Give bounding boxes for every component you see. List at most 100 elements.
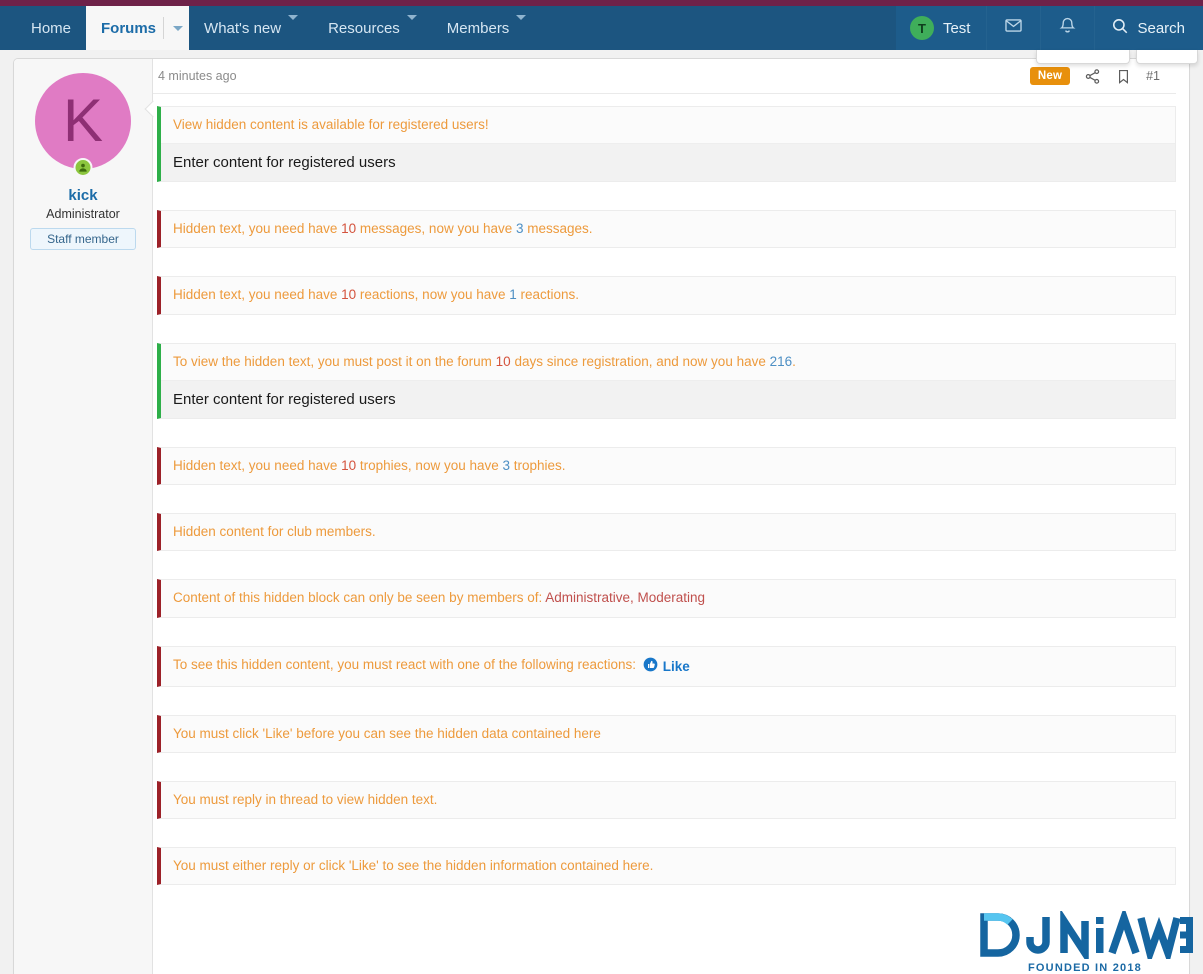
notice-text-part: days since registration, and now you hav… xyxy=(510,353,770,369)
hidden-content-block: Hidden text, you need have 10 reactions,… xyxy=(157,276,1176,315)
bookmark-icon[interactable] xyxy=(1115,68,1132,85)
reaction-label: Like xyxy=(662,658,690,674)
post-timestamp[interactable]: 4 minutes ago xyxy=(158,69,237,83)
bell-icon xyxy=(1058,16,1077,40)
hidden-block-notice: You must click 'Like' before you can see… xyxy=(161,716,1175,752)
hidden-block-notice: To see this hidden content, you must rea… xyxy=(161,647,1175,686)
main-navigation-bar: Home Forums What's new Resources Members… xyxy=(0,6,1203,64)
notice-text-part: messages, now you have xyxy=(356,221,516,237)
search-button[interactable]: Search xyxy=(1094,6,1203,50)
search-label: Search xyxy=(1137,19,1185,37)
hidden-content-block: You must reply in thread to view hidden … xyxy=(157,780,1176,820)
notice-text-part: 10 xyxy=(495,353,511,369)
alerts-button[interactable] xyxy=(1040,6,1095,50)
status-badge: Staff member xyxy=(30,228,136,250)
notice-text-part: Hidden text, you need have xyxy=(173,287,342,303)
notice-text-part: trophies. xyxy=(510,457,566,473)
notice-text-part: 216 xyxy=(769,353,793,369)
hidden-block-content: Enter content for registered users xyxy=(161,379,1175,418)
post-body: View hidden content is available for reg… xyxy=(153,94,1189,886)
notice-text-part: Content of this hidden block can only be… xyxy=(173,590,546,606)
hidden-block-notice: Hidden text, you need have 10 messages, … xyxy=(161,211,1175,247)
hidden-block-notice: To view the hidden text, you must post i… xyxy=(161,344,1175,380)
notice-text-part: To view the hidden text, you must post i… xyxy=(173,353,496,369)
chevron-down-icon[interactable] xyxy=(288,14,299,37)
notice-text-part: You must either reply or click 'Like' to… xyxy=(173,858,654,874)
online-status-icon xyxy=(73,158,93,177)
new-badge: New xyxy=(1029,67,1071,85)
reaction-chip[interactable]: Like xyxy=(643,657,690,677)
notice-text-part: Hidden content for club members. xyxy=(173,524,376,540)
hidden-content-block: To view the hidden text, you must post i… xyxy=(157,342,1176,419)
post-number[interactable]: #1 xyxy=(1146,69,1160,83)
nav-item-label: Forums xyxy=(101,19,157,37)
hidden-block-notice: Hidden content for club members. xyxy=(161,514,1175,550)
dropdown-panel-edge xyxy=(1136,50,1198,64)
hidden-content-block: Hidden text, you need have 10 trophies, … xyxy=(157,446,1176,486)
notice-text-part: 10 xyxy=(341,457,357,473)
search-icon xyxy=(1111,17,1129,39)
hidden-block-notice: You must either reply or click 'Like' to… xyxy=(161,848,1175,884)
hidden-content-block: View hidden content is available for reg… xyxy=(157,106,1176,183)
nav-item-home[interactable]: Home xyxy=(16,6,86,50)
notice-text-part: 3 xyxy=(516,221,524,237)
notice-text-part: trophies, now you have xyxy=(356,457,503,473)
nav-item-label: What's new xyxy=(204,19,282,37)
like-thumbs-up-icon xyxy=(643,657,658,677)
inbox-button[interactable] xyxy=(986,6,1041,50)
nav-item-label: Members xyxy=(446,19,510,37)
hidden-content-block: Hidden content for club members. xyxy=(157,513,1176,552)
chevron-down-icon[interactable] xyxy=(163,17,184,39)
chevron-down-icon[interactable] xyxy=(516,14,527,37)
avatar[interactable]: K xyxy=(35,73,131,169)
avatar: T xyxy=(909,16,934,40)
hidden-content-block: You must click 'Like' before you can see… xyxy=(157,714,1176,753)
post-message-column: 4 minutes ago New #1 View hidden content… xyxy=(153,59,1189,974)
hidden-block-notice: Hidden text, you need have 10 reactions,… xyxy=(161,277,1175,313)
hidden-content-block: Content of this hidden block can only be… xyxy=(157,579,1176,618)
post-container: K kick Administrator Staff member 4 minu… xyxy=(13,58,1190,974)
post-header: 4 minutes ago New #1 xyxy=(153,59,1176,94)
hidden-block-content: Enter content for registered users xyxy=(161,143,1175,182)
nav-item-label: Home xyxy=(31,19,72,37)
notice-text-part: 3 xyxy=(502,457,511,473)
nav-item-resources[interactable]: Resources xyxy=(313,6,432,50)
author-avatar-holder[interactable]: K xyxy=(35,73,131,177)
page-content: K kick Administrator Staff member 4 minu… xyxy=(0,50,1203,974)
notice-text-part: messages. xyxy=(523,221,593,237)
hidden-content-block: Hidden text, you need have 10 messages, … xyxy=(157,210,1176,249)
notice-text-part: Hidden text, you need have xyxy=(173,221,342,237)
notice-text-part: 10 xyxy=(341,287,357,303)
notice-text-part: Hidden text, you need have xyxy=(173,457,342,473)
notice-text-part: 10 xyxy=(341,221,357,237)
envelope-icon xyxy=(1004,16,1023,40)
author-user-title: Administrator xyxy=(46,207,120,221)
account-name-label: Test xyxy=(942,19,971,37)
hidden-content-block: To see this hidden content, you must rea… xyxy=(157,645,1176,687)
dropdown-panel-edge xyxy=(1036,50,1130,64)
hidden-block-notice: You must reply in thread to view hidden … xyxy=(161,782,1175,818)
hidden-content-block: You must either reply or click 'Like' to… xyxy=(157,847,1176,886)
notice-text-part: . xyxy=(792,353,796,369)
notice-text-part: You must click 'Like' before you can see… xyxy=(173,725,601,741)
post-header-actions: New #1 xyxy=(1029,67,1160,85)
notice-text-part: 1 xyxy=(509,287,517,303)
author-username[interactable]: kick xyxy=(14,187,152,204)
nav-item-label: Resources xyxy=(328,19,400,37)
nav-item-members[interactable]: Members xyxy=(432,6,542,50)
notice-text-part: reactions, now you have xyxy=(356,287,510,303)
nav-primary-items: Home Forums What's new Resources Members xyxy=(0,6,541,50)
notice-text-part: You must reply in thread to view hidden … xyxy=(173,791,438,807)
nav-item-forums[interactable]: Forums xyxy=(86,6,190,50)
notice-text-part: View hidden content is available for reg… xyxy=(173,117,489,132)
nav-item-whats-new[interactable]: What's new xyxy=(189,6,313,50)
notice-text-part: Administrative, Moderating xyxy=(545,590,706,606)
share-icon[interactable] xyxy=(1084,68,1101,85)
notice-text-part: reactions. xyxy=(516,287,580,303)
post-author-column: K kick Administrator Staff member xyxy=(14,59,162,974)
notice-text-part: To see this hidden content, you must rea… xyxy=(173,656,640,672)
hidden-block-notice: View hidden content is available for reg… xyxy=(161,107,1175,143)
account-menu-button[interactable]: T Test xyxy=(895,6,987,50)
chevron-down-icon[interactable] xyxy=(406,14,417,37)
nav-secondary-items: T Test Search xyxy=(895,6,1203,50)
